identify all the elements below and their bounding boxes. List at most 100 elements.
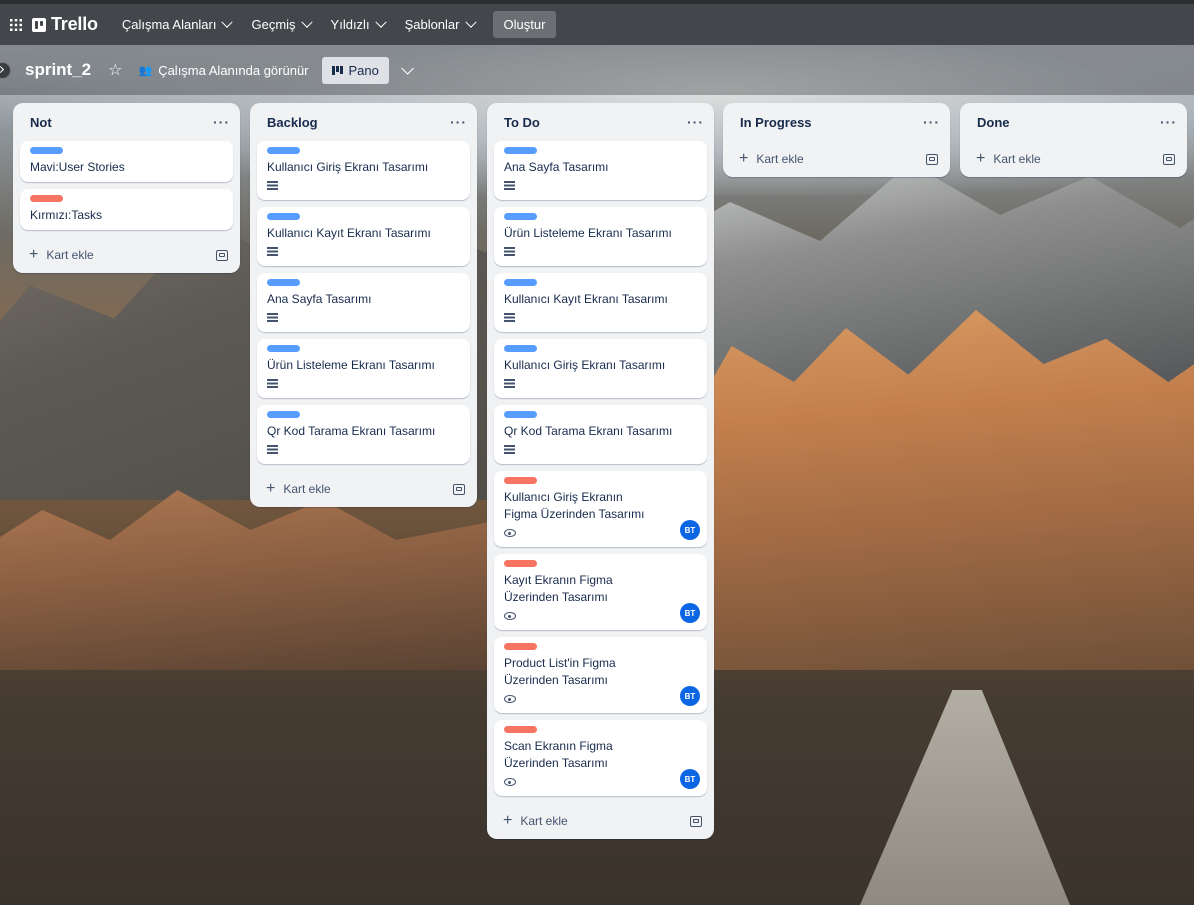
list-menu-icon[interactable]: ···: [687, 114, 704, 130]
card[interactable]: Ana Sayfa Tasarımı: [494, 141, 707, 200]
create-button[interactable]: Oluştur: [492, 11, 557, 38]
card-title: Ürün Listeleme Ekranı Tasarımı: [267, 358, 435, 372]
avatar[interactable]: BT: [680, 520, 700, 540]
card[interactable]: Ana Sayfa Tasarımı: [257, 273, 470, 332]
blue-label[interactable]: [267, 411, 300, 418]
card[interactable]: Kırmızı:Tasks: [20, 189, 233, 230]
menu-starred[interactable]: Yıldızlı: [321, 11, 395, 39]
top-navigation: Trello Çalışma Alanları Geçmiş Yıldızlı …: [0, 0, 1194, 45]
card-title: Kullanıcı Giriş Ekranı Tasarımı: [267, 160, 429, 174]
card[interactable]: Product List'in Figma Üzerinden Tasarımı…: [494, 637, 707, 713]
add-card-label: Kart ekle: [283, 482, 331, 496]
app-switcher-icon[interactable]: [3, 18, 29, 31]
card-list: Mavi:User Stories Kırmızı:Tasks: [13, 141, 240, 230]
card[interactable]: Kullanıcı Kayıt Ekranı Tasarımı: [494, 273, 707, 332]
blue-label[interactable]: [267, 147, 300, 154]
avatar[interactable]: BT: [680, 686, 700, 706]
blue-label[interactable]: [504, 147, 537, 154]
board-name[interactable]: sprint_2: [25, 60, 91, 80]
card-title: Kayıt Ekranın Figma Üzerinden Tasarımı: [504, 573, 613, 604]
list-title[interactable]: Done: [977, 115, 1010, 130]
create-from-template-icon[interactable]: [1163, 153, 1175, 165]
expand-sidebar-icon[interactable]: [0, 62, 11, 79]
list-menu-icon[interactable]: ···: [923, 114, 940, 130]
list-menu-icon[interactable]: ···: [450, 114, 467, 130]
red-label[interactable]: [504, 560, 537, 567]
trello-mark-icon: [32, 17, 46, 32]
menu-recent[interactable]: Geçmiş: [241, 11, 320, 39]
menu-label: Geçmiş: [251, 17, 296, 32]
card[interactable]: Qr Kod Tarama Ekranı Tasarımı: [257, 405, 470, 464]
list-title[interactable]: Backlog: [267, 115, 318, 130]
card-list: Kullanıcı Giriş Ekranı Tasarımı Kullanıcı…: [250, 141, 477, 464]
add-card-button[interactable]: + Kart ekle: [503, 812, 568, 830]
blue-label[interactable]: [504, 411, 537, 418]
list-in-progress: In Progress ··· + Kart ekle: [723, 103, 950, 177]
blue-label[interactable]: [504, 213, 537, 220]
card-title: Kullanıcı Kayıt Ekranı Tasarımı: [504, 292, 668, 306]
blue-label[interactable]: [504, 345, 537, 352]
description-icon: [504, 445, 515, 454]
watching-eye-icon: [504, 612, 516, 620]
red-label[interactable]: [504, 477, 537, 484]
description-icon: [267, 247, 278, 256]
list-header[interactable]: Done ···: [960, 103, 1187, 141]
list-done: Done ··· + Kart ekle: [960, 103, 1187, 177]
list-menu-icon[interactable]: ···: [1160, 114, 1177, 130]
card[interactable]: Scan Ekranın Figma Üzerinden Tasarımı BT: [494, 720, 707, 796]
create-from-template-icon[interactable]: [453, 483, 465, 495]
card[interactable]: Ürün Listeleme Ekranı Tasarımı: [494, 207, 707, 266]
card[interactable]: Ürün Listeleme Ekranı Tasarımı: [257, 339, 470, 398]
blue-label[interactable]: [267, 345, 300, 352]
add-card-label: Kart ekle: [520, 814, 568, 828]
blue-label[interactable]: [504, 279, 537, 286]
card[interactable]: Kullanıcı Giriş Ekranı Tasarımı: [257, 141, 470, 200]
avatar[interactable]: BT: [680, 603, 700, 623]
card[interactable]: Kullanıcı Giriş Ekranı Tasarımı: [494, 339, 707, 398]
list-header[interactable]: In Progress ···: [723, 103, 950, 141]
card[interactable]: Kayıt Ekranın Figma Üzerinden Tasarımı BT: [494, 554, 707, 630]
list-title[interactable]: In Progress: [740, 115, 812, 130]
create-from-template-icon[interactable]: [690, 815, 702, 827]
description-icon: [504, 313, 515, 322]
card[interactable]: Kullanıcı Kayıt Ekranı Tasarımı: [257, 207, 470, 266]
chevron-down-icon[interactable]: [401, 61, 414, 75]
blue-label[interactable]: [267, 279, 300, 286]
visibility-button[interactable]: 👥 Çalışma Alanında görünür: [138, 63, 308, 78]
visibility-label: Çalışma Alanında görünür: [158, 62, 309, 78]
card[interactable]: Mavi:User Stories: [20, 141, 233, 182]
chevron-down-icon: [464, 16, 477, 28]
avatar[interactable]: BT: [680, 769, 700, 789]
blue-label[interactable]: [267, 213, 300, 220]
card[interactable]: Qr Kod Tarama Ekranı Tasarımı: [494, 405, 707, 464]
red-label[interactable]: [504, 726, 537, 733]
list-backlog: Backlog ··· Kullanıcı Giriş Ekranı Tasarım…: [250, 103, 477, 507]
card[interactable]: Kullanıcı Giriş Ekranın Figma Üzerinden …: [494, 471, 707, 547]
create-from-template-icon[interactable]: [926, 153, 938, 165]
list-title[interactable]: Not: [30, 115, 52, 130]
card-title: Mavi:User Stories: [30, 160, 125, 174]
view-board-button[interactable]: Pano: [321, 56, 389, 84]
trello-logo[interactable]: Trello: [32, 14, 98, 35]
menu-templates[interactable]: Şablonlar: [395, 11, 485, 39]
menu-workspaces[interactable]: Çalışma Alanları: [112, 11, 242, 39]
create-from-template-icon[interactable]: [216, 249, 228, 261]
list-header[interactable]: Backlog ···: [250, 103, 477, 141]
list-header[interactable]: Not ···: [13, 103, 240, 141]
add-card-button[interactable]: + Kart ekle: [739, 150, 804, 168]
list-title[interactable]: To Do: [504, 115, 540, 130]
add-card-label: Kart ekle: [993, 152, 1041, 166]
add-card-row: + Kart ekle: [960, 141, 1187, 177]
add-card-button[interactable]: + Kart ekle: [976, 150, 1041, 168]
red-label[interactable]: [30, 195, 63, 202]
add-card-button[interactable]: + Kart ekle: [29, 246, 94, 264]
plus-icon: +: [29, 246, 39, 263]
list-menu-icon[interactable]: ···: [213, 114, 230, 130]
star-icon[interactable]: ☆: [108, 60, 122, 80]
red-label[interactable]: [504, 643, 537, 650]
add-card-row: + Kart ekle: [13, 237, 240, 273]
list-header[interactable]: To Do ···: [487, 103, 714, 141]
add-card-button[interactable]: + Kart ekle: [266, 480, 331, 498]
card-title: Kullanıcı Giriş Ekranı Tasarımı: [504, 358, 666, 372]
blue-label[interactable]: [30, 147, 63, 154]
